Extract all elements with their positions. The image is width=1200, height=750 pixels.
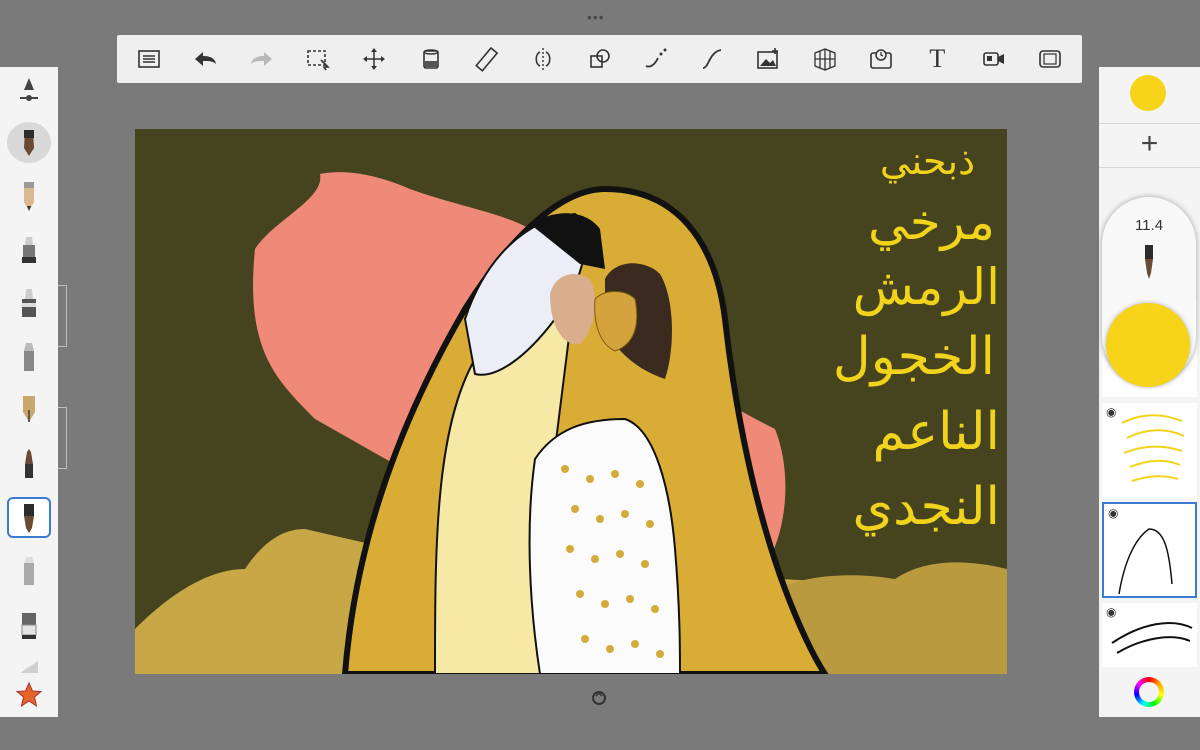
perspective-grid-icon <box>814 48 836 71</box>
canvas-reset-icon[interactable] <box>591 690 607 706</box>
stroke-button[interactable] <box>688 39 736 79</box>
ink-brush-icon <box>24 503 34 533</box>
fill-bucket-icon <box>422 49 439 69</box>
app-menu-dots[interactable]: ••• <box>587 9 605 25</box>
calligraphy-line: ذبحني <box>880 139 975 183</box>
layer-thumbnail[interactable]: ◉ <box>1102 603 1197 667</box>
text-tool-icon: T <box>929 44 946 73</box>
shapes-button[interactable] <box>576 39 624 79</box>
calligraphy-line: الرمش <box>853 258 1000 317</box>
side-panel-tab[interactable] <box>58 407 67 469</box>
ink-brush-button[interactable] <box>7 497 51 538</box>
pen-nib-icon <box>23 396 35 423</box>
fullscreen-button[interactable] <box>1026 39 1074 79</box>
pencil-icon <box>24 181 34 211</box>
add-layer-button[interactable]: + <box>1099 127 1200 161</box>
curve-icon <box>645 48 667 68</box>
selection-icon <box>307 50 330 71</box>
smudge-icon <box>24 557 34 586</box>
undo-button[interactable] <box>181 39 229 79</box>
marker-icon <box>22 237 36 264</box>
ink-brush-preview-icon <box>1145 245 1153 279</box>
selection-button[interactable] <box>294 39 342 79</box>
layers-list-icon <box>138 50 160 68</box>
calligraphy-line: مرخي <box>868 193 995 252</box>
text-tool-button[interactable]: T <box>913 39 961 79</box>
curve-button[interactable] <box>632 39 680 79</box>
eye-icon[interactable]: ◉ <box>1106 605 1116 619</box>
stroke-icon <box>702 49 722 69</box>
ruler-button[interactable] <box>463 39 511 79</box>
color-wheel-icon[interactable] <box>1134 677 1164 707</box>
round-brush-icon <box>24 130 34 157</box>
transform-move-icon <box>363 48 386 70</box>
paint-brush-button[interactable] <box>7 444 51 485</box>
layer-thumbnail-active[interactable]: ◉ <box>1102 502 1197 598</box>
brush-size-value: 11.4 <box>1134 217 1164 234</box>
record-button[interactable] <box>970 39 1018 79</box>
smudge-button[interactable] <box>7 551 51 592</box>
ruler-icon <box>474 46 499 72</box>
add-image-button[interactable] <box>744 39 792 79</box>
timelapse-button[interactable] <box>857 39 905 79</box>
brush-settings-button[interactable] <box>7 75 51 109</box>
calligraphy-line: الناعم <box>873 402 1000 462</box>
layers-list-button[interactable] <box>125 39 173 79</box>
calligraphy-line: النجدي <box>852 477 1000 537</box>
artwork: ذبحني مرخي الرمش الخجول الناعم النجدي <box>135 129 1007 674</box>
shapes-icon <box>589 49 610 68</box>
pencil-button[interactable] <box>7 176 51 217</box>
fineliner-button[interactable] <box>7 283 51 324</box>
eraser-icon <box>21 612 37 639</box>
eye-icon[interactable]: ◉ <box>1106 405 1116 419</box>
timelapse-icon <box>870 49 892 69</box>
paint-brush-icon <box>25 448 33 478</box>
favorites-button[interactable] <box>7 680 51 710</box>
top-toolbar: T <box>117 35 1082 83</box>
undo-icon <box>195 52 217 66</box>
symmetry-icon <box>535 48 551 70</box>
current-color-swatch[interactable] <box>1130 75 1166 111</box>
marker-button[interactable] <box>7 229 51 270</box>
drawing-canvas[interactable]: ذبحني مرخي الرمش الخجول الناعم النجدي <box>135 129 1007 674</box>
perspective-grid-button[interactable] <box>801 39 849 79</box>
brush-opacity-circle[interactable] <box>1106 303 1190 387</box>
add-image-icon <box>757 48 779 69</box>
favorites-star-icon <box>15 681 43 708</box>
brush-palette <box>0 67 58 717</box>
eraser-button[interactable] <box>7 604 51 645</box>
fineliner-icon <box>22 289 36 318</box>
brush-size-opacity-slider[interactable]: 11.4 <box>1102 197 1196 387</box>
layer-thumbnail[interactable]: ◉ <box>1102 403 1197 499</box>
airbrush-icon <box>24 342 34 371</box>
transform-button[interactable] <box>350 39 398 79</box>
more-brushes-button[interactable] <box>7 654 51 676</box>
pen-nib-button[interactable] <box>7 390 51 431</box>
fill-button[interactable] <box>407 39 455 79</box>
layer-panel: + ◉ ◉ ◉ 11.4 <box>1099 67 1200 717</box>
fullscreen-icon <box>1039 50 1061 68</box>
round-brush-button[interactable] <box>7 122 51 163</box>
airbrush-button[interactable] <box>7 336 51 377</box>
brush-settings-icon <box>20 78 38 101</box>
calligraphy-line: الخجول <box>833 327 995 387</box>
redo-icon <box>250 52 272 66</box>
side-panel-tab[interactable] <box>58 285 67 347</box>
eye-icon[interactable]: ◉ <box>1108 506 1118 520</box>
record-icon <box>982 52 1004 66</box>
redo-button[interactable] <box>238 39 286 79</box>
symmetry-button[interactable] <box>519 39 567 79</box>
